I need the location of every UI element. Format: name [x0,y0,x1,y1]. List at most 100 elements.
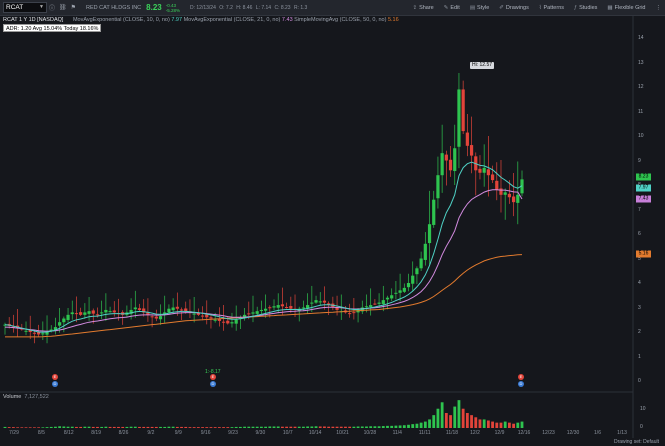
volume-bar [470,415,473,428]
volume-bar [24,427,28,428]
price-axis[interactable]: 14131211109876543210 [633,0,665,446]
volume-bar [360,426,364,428]
dividend-icon[interactable]: D [210,381,216,387]
volume-bar [444,413,448,428]
volume-bar [306,426,310,428]
candle-body [45,332,49,335]
drawings-button[interactable]: ✐ Drawings [499,5,529,11]
volume-bar [54,426,57,428]
volume-bar [381,426,385,428]
dividend-icon[interactable]: D [52,381,58,387]
top-toolbar: RCAT ▼ ⓘ ⛓ ⚑ RED CAT HLDGS INC 8.23 -0.4… [0,0,665,16]
price-chart[interactable] [0,0,665,446]
volume-bar [192,427,196,428]
candle-body [314,300,318,303]
study-name-1[interactable]: MovAvgExponential [184,17,233,23]
volume-bar [196,427,200,428]
candle-body [28,330,32,332]
candle-body [335,307,339,310]
study-name-2[interactable]: SimpleMovingAvg [294,17,338,23]
candle-body [129,309,133,314]
candle-body [306,305,310,309]
earnings-icon[interactable]: E [518,374,524,380]
candle-body [32,332,37,334]
candle-body [461,89,465,132]
volume-bar [297,426,301,428]
price-tag-last: 8.23 [636,173,651,181]
edit-button[interactable]: ✎ Edit [444,5,460,11]
candle-body [179,309,184,311]
dividend-icon[interactable]: D [518,381,524,387]
candle-body [116,313,121,315]
symbol-input[interactable]: RCAT ▼ [3,2,47,13]
candle-body [49,329,53,332]
candle-body [158,316,163,320]
candle-body [146,312,150,315]
earnings-icon[interactable]: E [52,374,58,380]
volume-bar [272,426,276,428]
candle-body [448,159,453,171]
candle-body [474,156,478,171]
candle-body [352,312,356,314]
info-icon[interactable]: ⓘ [49,3,55,12]
candle-body [495,180,499,190]
sma50-line [5,254,523,338]
study-legend: MovAvgExponential (CLOSE, 10, 0, no) 7.9… [73,17,399,23]
volume-bar [142,426,146,428]
drawing-set[interactable]: Drawing set: Default [0,438,665,446]
earnings-icon[interactable]: E [210,374,216,380]
candle-body [373,303,377,305]
candle-body [280,304,285,307]
patterns-button[interactable]: ⌇ Patterns [539,5,564,11]
volume-bar [37,427,41,428]
volume-bar [205,427,209,428]
toolbar-actions: ⇪ Share ✎ Edit ▤ Style ✐ Drawings ⌇ Patterns … [402,0,661,16]
share-button[interactable]: ⇪ Share [412,5,433,11]
patterns-label: Patterns [543,5,564,11]
candle-body [453,148,457,172]
volume-bar [323,426,326,428]
candle-body [465,132,469,146]
studies-icon: ƒ [574,5,578,11]
volume-bar [87,426,91,428]
candle-body [242,314,247,319]
volume-bar [167,426,171,428]
volume-bar [482,419,486,428]
volume-bar [150,426,154,428]
candle-body [322,300,327,303]
volume-bar [512,423,515,428]
study-params-0: (CLOSE, 10, 0, no) [123,17,170,23]
volume-bar [154,426,158,428]
x-tick-label: 11/11 [418,430,431,436]
volume-bar [255,426,259,428]
link-icon[interactable]: ⛓ [59,4,67,11]
candle-body [381,300,385,305]
candle-body [490,174,495,181]
candle-body [440,153,444,176]
candle-body [53,327,58,331]
y-tick-label: 6 [638,231,641,237]
candle-body [133,307,137,310]
volume-bar [293,426,297,428]
style-button[interactable]: ▤ Style [470,5,489,11]
volume-bar [226,427,230,428]
volume-value: 7,127,522 [24,394,49,400]
volume-bar [146,426,150,428]
study-value-0: 7.97 [171,17,183,23]
chevron-down-icon[interactable]: ▼ [39,3,46,12]
study-name-0[interactable]: MovAvgExponential [73,17,122,23]
candle-body [394,292,398,294]
candle-body [469,145,474,156]
symbol-value[interactable]: RCAT [6,3,23,12]
candle-body [516,194,520,203]
volume-bar [125,426,129,428]
volume-bar [28,427,32,428]
chart-app: RCAT ▼ ⓘ ⛓ ⚑ RED CAT HLDGS INC 8.23 -0.4… [0,0,665,446]
flag-icon[interactable]: ⚑ [71,4,76,11]
y-tick-label: 14 [638,35,644,41]
price-tag-sma50: 5.16 [636,250,651,258]
candle-body [268,307,272,309]
candle-body [482,167,486,173]
studies-button[interactable]: ƒ Studies [574,5,597,11]
last-price: 8.23 [146,3,162,12]
